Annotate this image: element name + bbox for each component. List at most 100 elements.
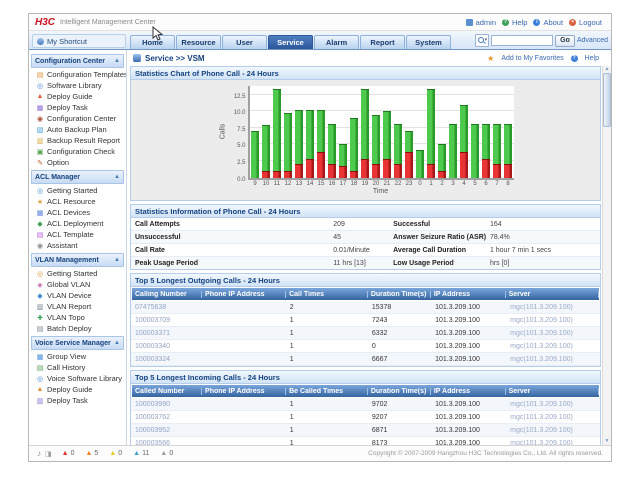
successful-bar-segment: [405, 131, 413, 152]
advanced-link[interactable]: Advanced: [577, 37, 608, 44]
cell-call-times: 1: [286, 356, 368, 363]
sidebar-item-backup-result-report[interactable]: ▥Backup Result Report: [29, 135, 126, 146]
sidebar-item-configuration-center[interactable]: ◉Configuration Center: [29, 113, 126, 124]
table-header-row: Calling NumberPhone IP AddressCall Times…: [132, 288, 599, 300]
sidebar-item-group-view[interactable]: ▦Group View: [29, 351, 126, 362]
cell-ip-address: 101.3.209.100: [431, 330, 506, 337]
sidebar-item-label: Configuration Templates: [47, 70, 127, 79]
sidebar-item-acl-template[interactable]: ▤ACL Template: [29, 229, 126, 240]
sidebar-section-configuration-center[interactable]: Configuration Center▲: [31, 54, 124, 68]
page-help-link[interactable]: Help: [585, 55, 599, 62]
stat-label: Answer Seizure Ratio (ASR): [393, 234, 490, 241]
my-shortcut-button[interactable]: My Shortcut: [32, 34, 126, 48]
cell-call-times: 1: [286, 343, 368, 350]
sidebar-item-auto-backup-plan[interactable]: ▧Auto Backup Plan: [29, 124, 126, 135]
stat-value: 0.01/Minute: [333, 247, 393, 254]
bar-hour-1: [426, 86, 437, 178]
sidebar-item-configuration-check[interactable]: ▣Configuration Check: [29, 146, 126, 157]
alarm-count-warning[interactable]: ▲11: [133, 450, 149, 457]
sidebar-item-vlan-device[interactable]: ◆VLAN Device: [29, 290, 126, 301]
alarm-count-major[interactable]: ▲5: [85, 450, 98, 457]
x-tick-label: 1: [426, 181, 437, 187]
cell-be-called-times: 1: [286, 401, 368, 408]
sidebar-item-assistant[interactable]: ◉Assistant: [29, 240, 126, 251]
cell-calling-number: 100003371: [131, 330, 201, 337]
sidebar-item-getting-started[interactable]: ◎Getting Started: [29, 268, 126, 279]
scrollbar-thumb[interactable]: [603, 73, 611, 127]
alarm-sound-icon[interactable]: ♪: [37, 449, 41, 458]
vertical-scrollbar[interactable]: ▲ ▼: [602, 66, 611, 445]
bar-hour-12: [283, 86, 294, 178]
stat-value: 209: [333, 221, 393, 228]
scroll-down-icon[interactable]: ▼: [605, 438, 610, 445]
table-row: 10000370917243101.3.209.100mgc(101.3.209…: [131, 314, 600, 327]
collapse-icon[interactable]: ▲: [114, 58, 120, 64]
sidebar-item-label: Global VLAN: [47, 280, 90, 289]
cell-server: mgc(101.3.209.100): [506, 304, 600, 311]
cell-called-number: 100003952: [131, 427, 201, 434]
sidebar-item-acl-deployment[interactable]: ◆ACL Deployment: [29, 218, 126, 229]
sidebar-item-deploy-guide[interactable]: ▲Deploy Guide: [29, 91, 126, 102]
sidebar-section-vlan-management[interactable]: VLAN Management▲: [31, 253, 124, 267]
about-link[interactable]: About: [543, 18, 563, 27]
cell-duration-time-s: 6332: [368, 330, 431, 337]
help-link[interactable]: Help: [512, 18, 527, 27]
search-icon[interactable]: ▾: [475, 34, 489, 47]
sidebar-item-voice-software-library[interactable]: ◎Voice Software Library: [29, 373, 126, 384]
sidebar-item-global-vlan[interactable]: ◈Global VLAN: [29, 279, 126, 290]
sidebar-item-call-history[interactable]: ▤Call History: [29, 362, 126, 373]
unsuccessful-bar-segment: [317, 152, 325, 177]
sidebar-item-option[interactable]: ✎Option: [29, 157, 126, 168]
alarm-count-info[interactable]: ▲0: [160, 450, 173, 457]
tab-user[interactable]: User: [222, 35, 267, 49]
go-button[interactable]: Go: [555, 35, 575, 47]
acl-devices-icon: ▦: [36, 209, 44, 217]
tab-alarm[interactable]: Alarm: [314, 35, 359, 49]
sidebar-item-vlan-report[interactable]: ▥VLAN Report: [29, 301, 126, 312]
add-to-favorites-link[interactable]: Add to My Favorites: [501, 55, 563, 62]
sidebar-item-vlan-topo[interactable]: ✚VLAN Topo: [29, 312, 126, 323]
sidebar-item-acl-resource[interactable]: ★ACL Resource: [29, 196, 126, 207]
sidebar-item-deploy-task[interactable]: ▦Deploy Task: [29, 102, 126, 113]
collapse-icon[interactable]: ▲: [114, 174, 120, 180]
unsuccessful-bar-segment: [262, 171, 270, 178]
sidebar-item-batch-deploy[interactable]: ▤Batch Deploy: [29, 323, 126, 334]
sidebar-item-software-library[interactable]: ◎Software Library: [29, 80, 126, 91]
deploy-task-icon: ▦: [36, 104, 44, 112]
table-row: 10000337116332101.3.209.100mgc(101.3.209…: [131, 327, 600, 340]
tab-service[interactable]: Service: [268, 35, 313, 49]
collapse-icon[interactable]: ▲: [114, 340, 120, 346]
tab-report[interactable]: Report: [360, 35, 405, 49]
alarm-count-critical[interactable]: ▲0: [62, 450, 75, 457]
cell-duration-time-s: 8173: [368, 440, 431, 446]
logout-link[interactable]: Logout: [579, 18, 602, 27]
sidebar-item-deploy-guide[interactable]: ▲Deploy Guide: [29, 384, 126, 395]
sidebar-item-acl-devices[interactable]: ▦ACL Devices: [29, 207, 126, 218]
scroll-up-icon[interactable]: ▲: [605, 66, 610, 73]
stat-value: 164: [490, 221, 596, 228]
successful-bar-segment: [427, 89, 435, 164]
alarm-count-minor[interactable]: ▲0: [109, 450, 122, 457]
tab-resource[interactable]: Resource: [176, 35, 221, 49]
alarm-count: 0: [118, 450, 122, 457]
successful-bar-segment: [361, 89, 369, 158]
outgoing-panel-title: Top 5 Longest Outgoing Calls - 24 Hours: [131, 274, 600, 287]
search-input[interactable]: [491, 35, 553, 46]
sidebar-item-label: ACL Resource: [47, 197, 96, 206]
sidebar-item-deploy-task[interactable]: ▥Deploy Task: [29, 395, 126, 406]
collapse-icon[interactable]: ▲: [114, 257, 120, 263]
cell-ip-address: 101.3.209.100: [431, 317, 506, 324]
sidebar-section-acl-manager[interactable]: ACL Manager▲: [31, 170, 124, 184]
alarm-panel-icon[interactable]: ◨: [45, 450, 52, 458]
alarm-counts: ▲0 ▲5 ▲0 ▲11 ▲0: [62, 450, 185, 457]
x-tick-label: 20: [371, 181, 382, 187]
sidebar-item-label: Configuration Check: [47, 147, 115, 156]
sidebar-section-voice-service-manager[interactable]: Voice Service Manager▲: [31, 336, 124, 350]
tab-home[interactable]: Home: [130, 35, 175, 49]
tab-system[interactable]: System: [406, 35, 451, 49]
column-header-called-number: Called Number: [132, 388, 202, 395]
bar-hour-13: [294, 86, 305, 178]
sidebar-item-getting-started[interactable]: ◎Getting Started: [29, 185, 126, 196]
sidebar-item-configuration-templates[interactable]: ▤Configuration Templates: [29, 69, 126, 80]
stat-row: Call Rate0.01/MinuteAverage Call Duratio…: [131, 244, 600, 257]
